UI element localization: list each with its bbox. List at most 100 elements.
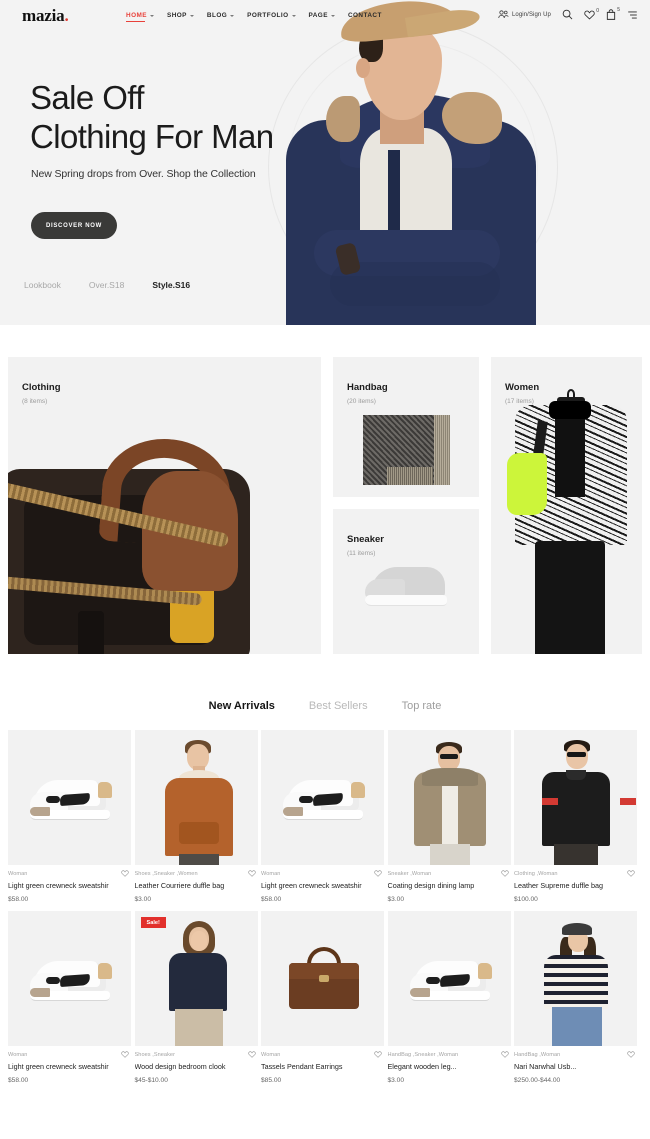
chevron-down-icon [330,14,335,17]
product-card[interactable]: Clothing ,Woman Leather Supreme duffle b… [514,730,637,903]
sneaker-photo [30,780,114,828]
hero-link-lookbook[interactable]: Lookbook [24,280,61,290]
product-meta: Clothing ,Woman Leather Supreme duffle b… [514,865,637,903]
product-title[interactable]: Light green crewneck sweatshir [8,1062,131,1071]
wishlist-button[interactable]: 0 [584,8,599,20]
product-title[interactable]: Leather Courriere duffle bag [135,881,258,890]
heart-outline-icon[interactable] [374,1051,382,1058]
product-category: Woman [261,1052,281,1058]
nav-item-home[interactable]: HOME [126,12,154,22]
nav-label-portfolio: PORTFOLIO [247,12,289,19]
category-title-handbag: Handbag [347,382,388,393]
product-image[interactable] [8,730,131,865]
nav-label-page: PAGE [308,12,328,19]
product-card[interactable]: Woman Tassels Pendant Earrings $85.00 [261,911,384,1084]
menu-button[interactable] [627,10,638,20]
product-image[interactable] [261,730,384,865]
product-card[interactable]: Woman Light green crewneck sweatshir $58… [261,730,384,903]
category-count-handbag: (20 items) [347,398,376,405]
sale-badge: Sale! [140,917,166,928]
search-icon [562,9,573,20]
sneaker-sole [365,595,447,606]
product-price: $45-$10.00 [134,1077,168,1084]
category-card-women[interactable]: Women (17 items) [491,357,642,654]
site-logo[interactable]: mazia. [22,6,69,26]
tab-best-sellers[interactable]: Best Sellers [309,700,368,712]
bag-icon [606,9,616,20]
product-image[interactable] [387,730,511,865]
heart-outline-icon[interactable] [627,870,635,877]
category-card-sneaker[interactable]: Sneaker (11 items) [333,509,479,654]
product-card[interactable]: Shoes ,Sneaker ,Women Leather Courriere … [134,730,258,903]
product-row-2: Woman Light green crewneck sweatshir $58… [0,911,650,1084]
women-pants [535,541,605,654]
hero-link-style-s16[interactable]: Style.S16 [152,280,190,290]
heart-outline-icon[interactable] [374,870,382,877]
scarf-fringe-bottom [387,467,433,485]
product-image[interactable] [261,911,384,1046]
nav-label-contact: CONTACT [347,12,382,19]
product-image[interactable] [514,911,637,1046]
heart-outline-icon[interactable] [247,870,256,877]
tab-top-rate[interactable]: Top rate [402,700,442,712]
product-category: Woman [8,1052,28,1058]
product-title[interactable]: Elegant wooden leg... [388,1062,511,1071]
chevron-down-icon [230,14,235,17]
hero-link-over-s18[interactable]: Over.S18 [89,280,124,290]
discover-now-button[interactable]: DISCOVER NOW [31,212,117,239]
nav-item-page[interactable]: PAGE [309,12,335,19]
product-title[interactable]: Light green crewneck sweatshir [8,881,131,890]
product-category: HandBag ,Sneaker ,Woman [387,1052,459,1058]
tab-new-arrivals[interactable]: New Arrivals [209,700,275,712]
login-signup-button[interactable]: Login/Sign Up [498,10,551,19]
scarf-fringe-right [434,415,450,485]
product-price: $3.00 [134,896,152,903]
product-title[interactable]: Coating design dining lamp [388,881,511,890]
product-card[interactable]: Woman Light green crewneck sweatshir $58… [8,911,131,1084]
nav-item-portfolio[interactable]: PORTFOLIO [247,12,296,19]
nav-item-contact[interactable]: CONTACT [348,12,382,19]
product-card[interactable]: Sneaker ,Woman Coating design dining lam… [387,730,511,903]
product-card[interactable]: Sale! Shoes ,Sneaker Wood design bedroom… [134,911,258,1084]
category-card-handbag[interactable]: Handbag (20 items) [333,357,479,497]
category-count-clothing: (8 items) [22,398,48,405]
product-title[interactable]: Leather Supreme duffle bag [514,881,637,890]
product-title[interactable]: Wood design bedroom clook [135,1062,258,1071]
nav-item-shop[interactable]: SHOP [167,12,194,19]
product-image[interactable]: Sale! [134,911,258,1046]
heart-outline-icon[interactable] [121,1051,129,1058]
product-price: $100.00 [514,896,538,903]
product-image[interactable] [387,911,511,1046]
main-navigation: HOME SHOP BLOG PORTFOLIO PAGE CONTACT [126,12,382,22]
product-meta: Sneaker ,Woman Coating design dining lam… [388,865,511,903]
product-meta: Shoes ,Sneaker Wood design bedroom clook… [135,1046,258,1084]
heart-outline-icon[interactable] [121,870,129,877]
header-actions: Login/Sign Up 0 5 [498,7,638,20]
category-card-clothing[interactable]: Clothing (8 items) [8,357,321,654]
product-card[interactable]: HandBag ,Sneaker ,Woman Elegant wooden l… [387,911,511,1084]
product-title[interactable]: Tassels Pendant Earrings [261,1062,384,1071]
product-title[interactable]: Light green crewneck sweatshir [261,881,384,890]
product-image[interactable] [514,730,637,865]
product-title[interactable]: Nari Narwhal Usb... [514,1062,637,1071]
heart-outline-icon[interactable] [247,1051,256,1058]
product-card[interactable]: Woman Light green crewneck sweatshir $58… [8,730,131,903]
product-price: $85.00 [261,1077,282,1084]
sneaker-photo [409,961,494,1009]
product-image[interactable] [8,911,131,1046]
sneaker-image [365,565,451,615]
product-card[interactable]: HandBag ,Woman Nari Narwhal Usb... $250.… [514,911,637,1084]
product-category: Shoes ,Sneaker ,Women [134,871,198,877]
search-button[interactable] [562,9,573,20]
cart-button[interactable]: 5 [606,7,620,20]
product-meta: Woman Light green crewneck sweatshir $58… [8,1046,131,1084]
heart-outline-icon[interactable] [627,1051,635,1058]
category-title-sneaker: Sneaker [347,534,384,545]
product-image[interactable] [134,730,258,865]
heart-outline-icon[interactable] [500,1051,509,1058]
product-price: $58.00 [261,896,282,903]
nav-item-blog[interactable]: BLOG [207,12,235,19]
login-signup-label: Login/Sign Up [512,11,551,18]
heart-outline-icon[interactable] [500,870,509,877]
sneaker-photo [283,780,367,828]
